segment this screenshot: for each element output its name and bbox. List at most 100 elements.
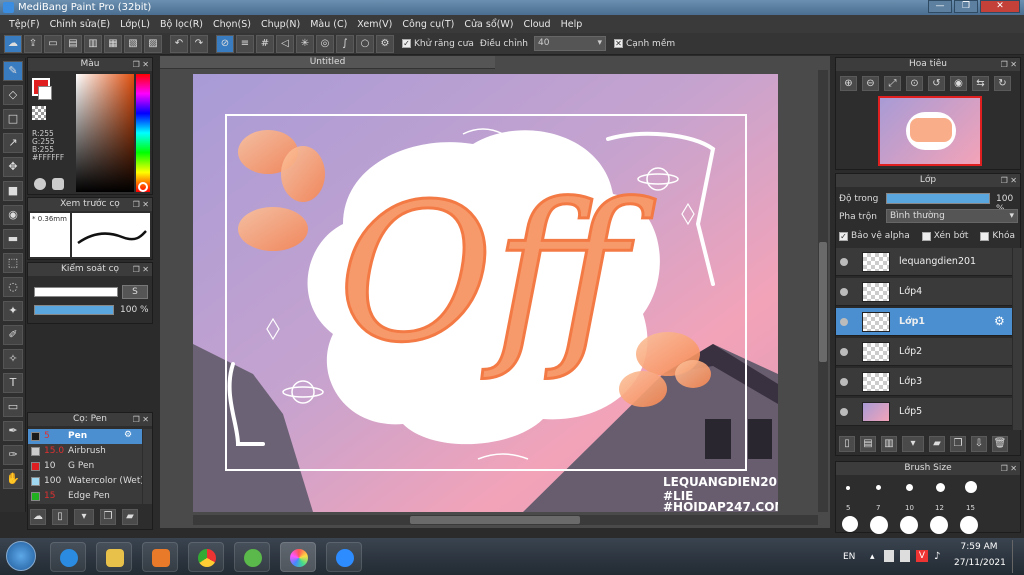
folder-icon[interactable]: ▰ [122,509,138,525]
taskbar-app-medibang[interactable] [280,542,316,572]
navigator-thumbnail[interactable] [878,96,982,166]
swap-color-icon[interactable] [52,178,64,190]
menu-filter[interactable]: Bộ lọc(R) [155,19,208,30]
shape-tool-icon[interactable]: □ [3,109,23,129]
taskbar-app-ie[interactable] [50,542,86,572]
artwork-canvas[interactable]: Off LEQUANGDIEN201 #LIE #HOIDAP247.COM [193,74,778,512]
divide-tool-icon[interactable]: ▭ [3,397,23,417]
document-tab[interactable]: Untitled [160,56,495,69]
unikey-icon[interactable]: V [916,550,928,562]
snap-off-icon[interactable]: ⊘ [216,34,234,53]
curve-snap-icon[interactable]: ∫ [336,34,354,53]
menu-color[interactable]: Màu (C) [305,19,352,30]
new-raster-layer-icon[interactable]: ▥ [881,436,897,452]
doc-icon[interactable]: ▤ [64,34,82,53]
layer-scrollbar[interactable] [1013,248,1022,430]
text-tool-icon[interactable]: T [3,373,23,393]
layer-opacity-slider[interactable] [886,193,990,204]
tray-arrow-icon[interactable]: ▴ [870,552,875,562]
blend-mode-select[interactable]: Bình thường ▾ [886,209,1018,223]
pen-tool-icon[interactable]: ✎ [3,61,23,81]
new-layer-icon[interactable]: ▯ [839,436,855,452]
folder-icon[interactable]: ▰ [929,436,945,452]
vscroll-thumb[interactable] [819,242,827,362]
brush-item[interactable]: 15 Edge Pen [28,489,142,504]
palette-icon[interactable] [34,178,46,190]
tray-app-icon[interactable] [900,550,910,562]
soft-edge-checkbox[interactable]: ✕ [613,39,623,48]
ellipse-snap-icon[interactable]: ○ [356,34,374,53]
taskbar-app-chrome[interactable] [188,542,224,572]
eye-icon[interactable] [840,288,848,296]
brush-size-dot[interactable] [870,516,888,534]
menu-tools[interactable]: Công cụ(T) [397,19,459,30]
antialias-checkbox[interactable]: ✓ [402,39,411,48]
show-desktop-button[interactable] [1012,540,1022,573]
select-pen-icon[interactable]: ✐ [3,325,23,345]
minimize-button[interactable]: — [928,0,952,13]
gear-icon[interactable]: ⚙ [994,314,1005,328]
lock-checkbox[interactable] [980,231,990,241]
brush-item[interactable]: 15.0 Airbrush [28,444,142,459]
file-icon[interactable]: ▥ [84,34,102,53]
panel-icon[interactable]: ▦ [104,34,122,53]
fit-icon[interactable]: ⤢ [884,76,901,91]
eraser-tool-icon[interactable]: ◇ [3,85,23,105]
redo-icon[interactable]: ↷ [190,34,208,53]
brush-size-dot[interactable] [876,485,881,490]
undo-icon[interactable]: ↶ [170,34,188,53]
copy-brush-icon[interactable]: ❐ [100,509,116,525]
menu-snap[interactable]: Chụp(N) [256,19,305,30]
menu-cloud[interactable]: Cloud [518,19,555,30]
flip-icon[interactable]: ⇆ [972,76,989,91]
start-button[interactable] [6,541,36,571]
brush-size-dot[interactable] [842,516,858,532]
layer-row[interactable]: lequangdien201 [836,248,1012,276]
brush-item[interactable]: 5 Pen ⚙ [28,429,142,444]
brush-size-dot[interactable] [930,516,948,534]
circle-snap-icon[interactable]: ◎ [316,34,334,53]
brush-size-dot[interactable] [965,481,977,493]
layer-row[interactable]: Lớp3 [836,368,1012,396]
taskbar-app-explorer[interactable] [96,542,132,572]
share-icon[interactable]: ⇪ [24,34,42,53]
correction-select[interactable]: 40 [533,36,606,51]
trash-icon[interactable]: 🗑 [992,436,1008,452]
gear-icon[interactable]: ⚙ [124,430,132,440]
taskbar-app-media[interactable] [142,542,178,572]
fill-rect-tool-icon[interactable]: ■ [3,181,23,201]
comment-icon[interactable]: ▭ [44,34,62,53]
zoom-in-icon[interactable]: ⊕ [840,76,857,91]
brush-size-dot[interactable] [936,483,945,492]
menu-file[interactable]: Tệp(F) [4,19,45,30]
menu-window[interactable]: Cửa sổ(W) [459,19,518,30]
add-brush-icon[interactable]: ▾ [74,509,94,525]
perspective-snap-icon[interactable]: ◁ [276,34,294,53]
blur-tool-icon[interactable]: ↗ [3,133,23,153]
select-rect-icon[interactable]: ⬚ [3,253,23,273]
size-mode-button[interactable]: S [122,285,148,299]
eyedropper-icon[interactable]: ✒ [3,421,23,441]
layer-row-selected[interactable]: Lớp1 ⚙ [836,308,1012,336]
taskbar-app-coccoc[interactable] [234,542,270,572]
brush-opacity-slider[interactable] [34,305,114,315]
eye-icon[interactable] [840,348,848,356]
clipping-checkbox[interactable] [921,231,931,241]
eye-icon[interactable] [840,408,848,416]
dropper-2-icon[interactable]: ✑ [3,445,23,465]
brush-item[interactable]: 100 Watercolor (Wet) [28,474,142,489]
rotate-left-icon[interactable]: ↺ [928,76,945,91]
layer-row[interactable]: Lớp2 [836,338,1012,366]
move-tool-icon[interactable]: ✥ [3,157,23,177]
brush-size-dot[interactable] [960,516,978,534]
bucket-tool-icon[interactable]: ◉ [3,205,23,225]
hscroll-thumb[interactable] [410,516,580,524]
rotate-right-icon[interactable]: ↻ [994,76,1011,91]
menu-edit[interactable]: Chỉnh sửa(E) [45,19,116,30]
gear-icon[interactable]: ⚙ [376,34,394,53]
brush-size-dot[interactable] [900,516,918,534]
layer-row[interactable]: Lớp5 [836,398,1012,426]
window-icon[interactable]: ▨ [144,34,162,53]
menu-view[interactable]: Xem(V) [352,19,397,30]
lasso-tool-icon[interactable]: ◌ [3,277,23,297]
